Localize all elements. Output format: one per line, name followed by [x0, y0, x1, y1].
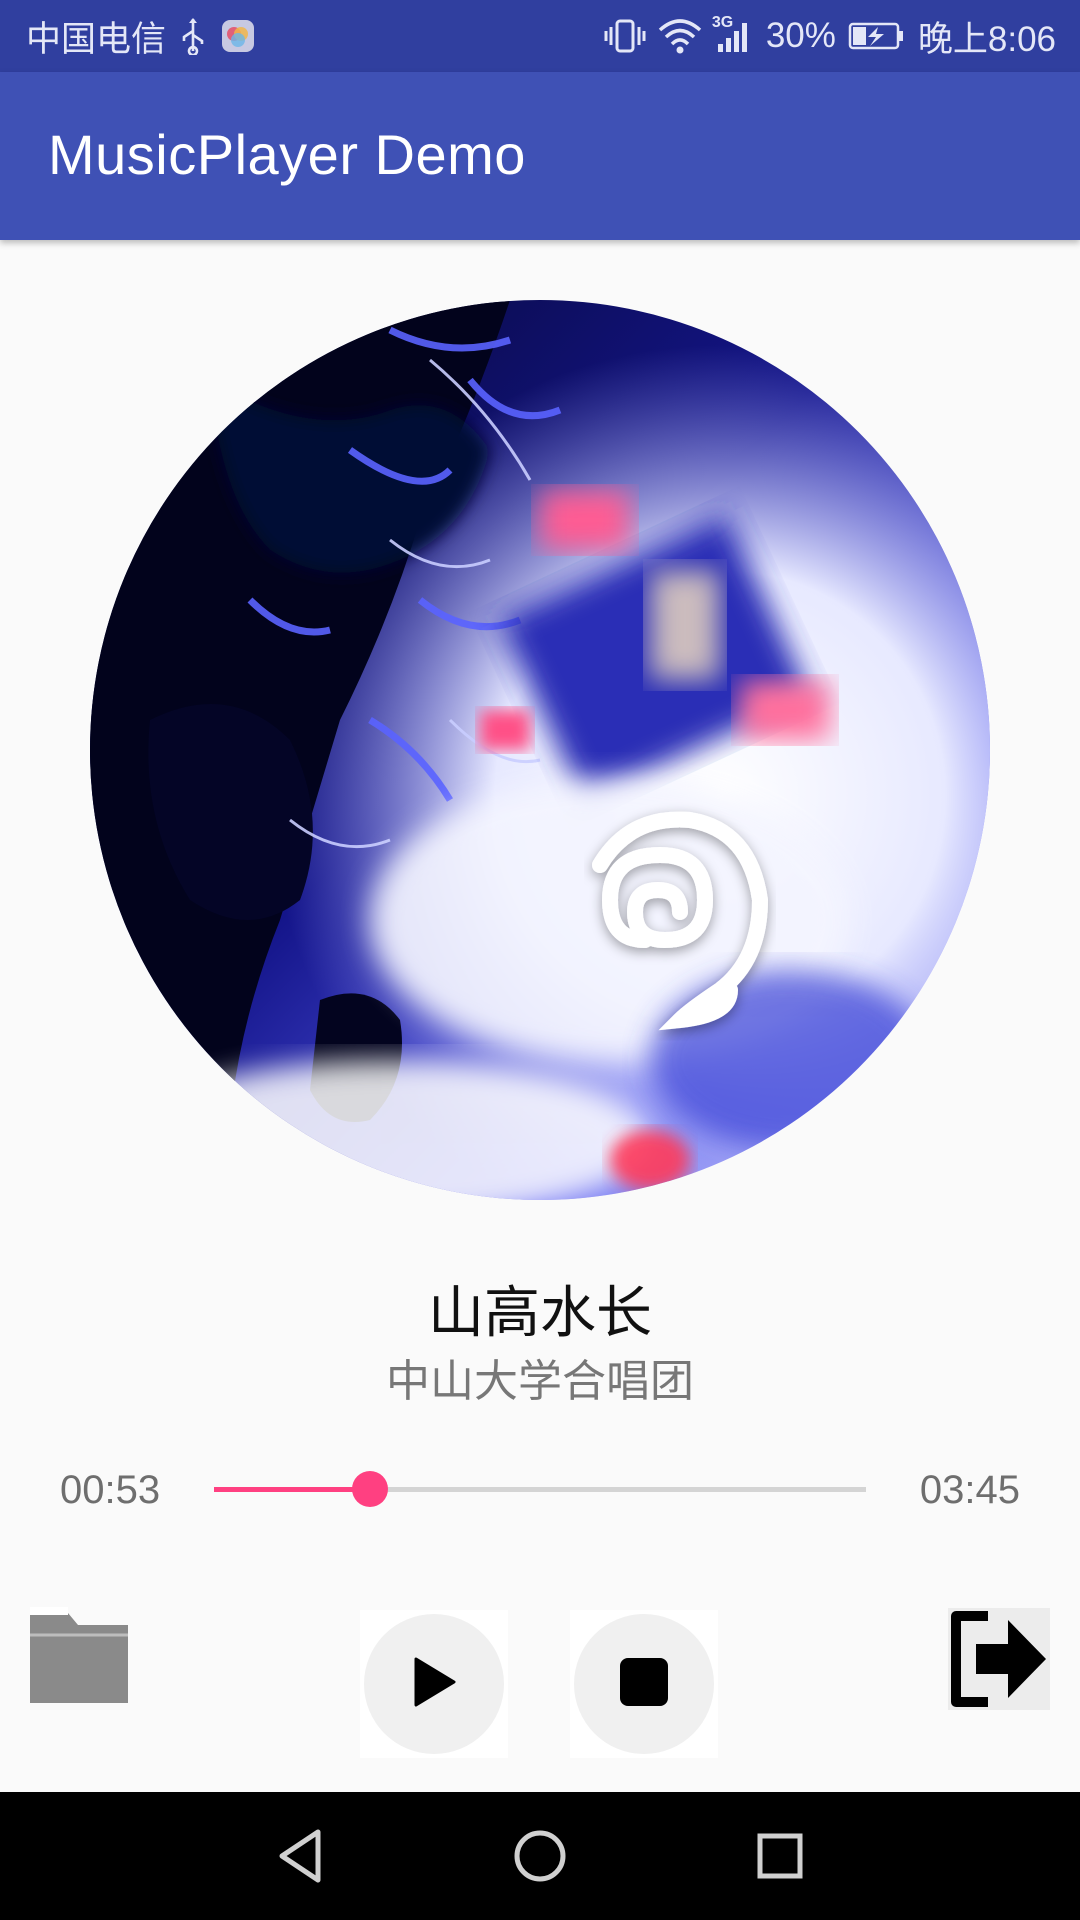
stop-button-circle	[574, 1614, 714, 1754]
recents-icon[interactable]	[748, 1824, 812, 1888]
status-bar-right: 3G 30% 晚上8:06	[604, 0, 1056, 72]
song-title: 山高水长	[428, 1281, 652, 1344]
exit-icon	[948, 1611, 1050, 1714]
stop-button[interactable]	[570, 1610, 718, 1758]
vibrate-icon	[604, 17, 646, 55]
stop-icon	[618, 1656, 670, 1713]
progress-seekbar[interactable]	[214, 1469, 866, 1509]
seekbar-progress	[214, 1487, 371, 1492]
home-icon[interactable]	[508, 1824, 572, 1888]
battery-percent: 30%	[765, 16, 836, 55]
signal-icon: 3G	[712, 14, 754, 54]
current-time-label: 00:53	[60, 1468, 161, 1512]
app-title: MusicPlayer Demo	[48, 123, 526, 186]
battery-charging-icon	[848, 21, 906, 51]
system-nav-bar	[0, 1792, 1080, 1920]
music-player-screen: 中国电信 3G 30% 晚上8:06 MusicPlayer Demo 山高水长…	[0, 0, 1080, 1920]
play-button[interactable]	[360, 1610, 508, 1758]
app-toolbar: MusicPlayer Demo	[0, 72, 1080, 240]
play-icon	[410, 1656, 458, 1713]
total-time-label: 03:45	[919, 1468, 1020, 1512]
network-type-label: 3G	[711, 14, 734, 31]
exit-button[interactable]	[948, 1608, 1050, 1710]
folder-icon	[28, 1607, 132, 1713]
album-cover-image	[90, 300, 990, 1200]
play-button-circle	[364, 1614, 504, 1754]
status-bar-left: 中国电信	[26, 0, 256, 72]
carrier-label: 中国电信	[26, 19, 167, 59]
song-artist: 中山大学合唱团	[386, 1357, 694, 1406]
app-notification-icon	[220, 18, 256, 54]
clock-label: 晚上8:06	[917, 19, 1056, 59]
open-folder-button[interactable]	[28, 1605, 132, 1709]
back-icon[interactable]	[270, 1824, 334, 1888]
status-bar: 中国电信 3G 30% 晚上8:06	[0, 0, 1080, 72]
seekbar-thumb[interactable]	[352, 1471, 389, 1507]
usb-icon	[180, 17, 206, 55]
wifi-icon	[658, 18, 702, 54]
